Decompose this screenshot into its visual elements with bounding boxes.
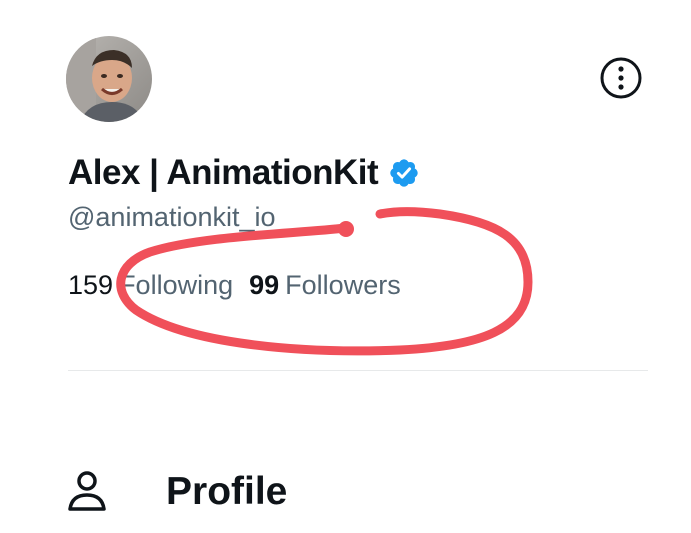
following-count: 159 (68, 270, 114, 300)
display-name: Alex | AnimationKit (68, 153, 379, 192)
section-divider (68, 370, 648, 371)
more-options-icon (600, 57, 642, 99)
profile-handle: @animationkit_io (68, 202, 276, 232)
followers-label: Followers (285, 270, 401, 300)
following-link[interactable]: 159 Following (68, 270, 233, 301)
followers-link[interactable]: 99 Followers (249, 270, 401, 301)
avatar-photo (66, 36, 152, 122)
nav-item-profile[interactable]: Profile (62, 460, 462, 524)
profile-name-row: Alex | AnimationKit (68, 150, 420, 196)
avatar[interactable] (66, 36, 152, 122)
verified-badge-icon (388, 157, 420, 189)
nav-item-profile-label: Profile (166, 470, 288, 513)
more-options-button[interactable] (598, 55, 644, 101)
person-icon (66, 469, 108, 515)
follow-stats: 159 Following 99 Followers (68, 270, 401, 301)
following-label: Following (119, 270, 234, 300)
followers-count: 99 (249, 270, 280, 300)
